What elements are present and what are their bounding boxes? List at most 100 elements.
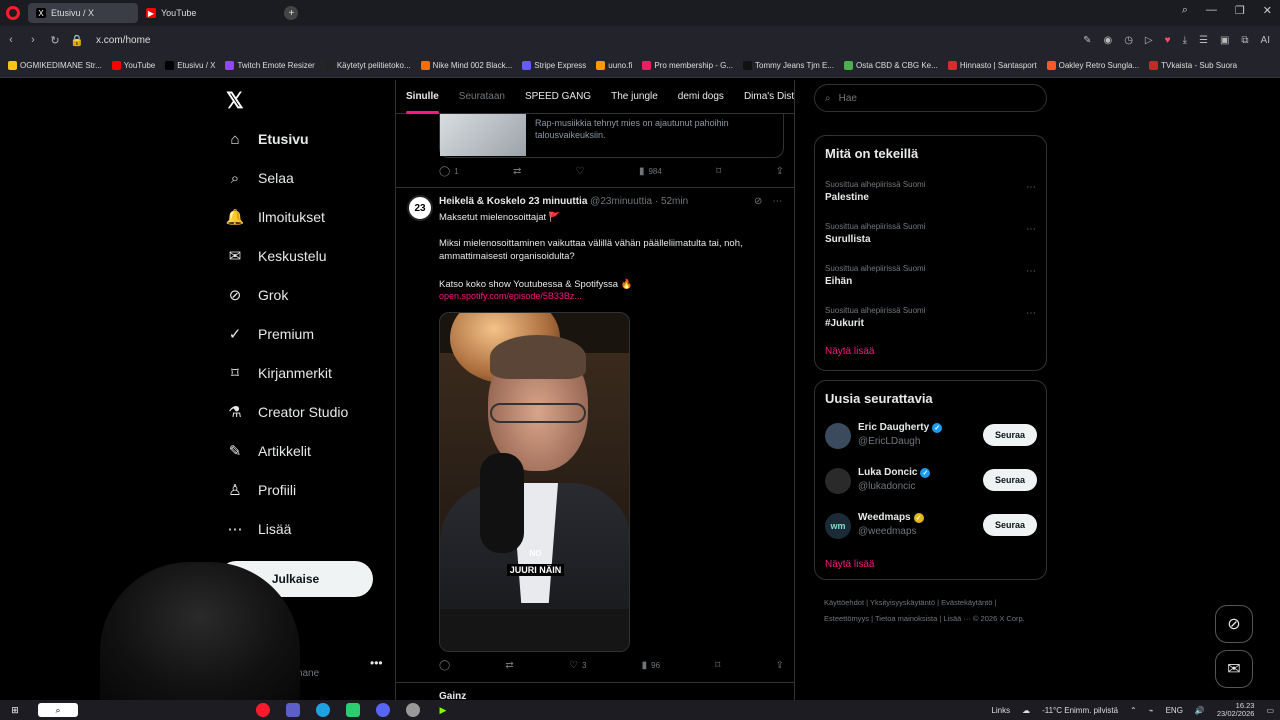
spotify-link[interactable]: open.spotify.com/episode/5B33Bz...: [439, 291, 582, 301]
retweet-button[interactable]: ⇄: [505, 660, 513, 671]
follow-button[interactable]: Seuraa: [983, 514, 1037, 536]
suggested-user-name[interactable]: Eric Daugherty ✓: [858, 422, 943, 433]
bookmark-item[interactable]: Käytetyt pelitietoko...: [324, 61, 411, 70]
trend-more-icon[interactable]: ⋯: [1026, 266, 1036, 277]
trend-name[interactable]: Surullista: [825, 234, 871, 245]
next-tweet-author[interactable]: Gainz: [439, 691, 466, 700]
retweet-button[interactable]: ⇄: [513, 166, 521, 177]
tweet-video[interactable]: NO JUURI NÄIN: [439, 312, 630, 652]
camera-icon[interactable]: ◉: [1103, 35, 1112, 46]
feed-tab[interactable]: SPEED GANG: [515, 80, 601, 114]
back-icon[interactable]: ‹: [0, 34, 22, 46]
nav-item-home[interactable]: ⌂ Etusivu: [226, 130, 308, 148]
discord-taskbar-icon[interactable]: [376, 703, 390, 717]
feed-tab[interactable]: Seurataan: [449, 80, 515, 114]
opera-logo-icon[interactable]: [6, 6, 20, 20]
reply-button[interactable]: ◯: [439, 660, 450, 671]
trend-more-icon[interactable]: ⋯: [1026, 182, 1036, 193]
like-button[interactable]: ♡ 3: [569, 660, 586, 671]
feed-tab[interactable]: Dima's Dist: [734, 80, 794, 114]
taskbar-search-icon[interactable]: ⌕: [38, 703, 78, 717]
feed-tab[interactable]: The jungle: [601, 80, 668, 114]
minimize-icon[interactable]: —: [1206, 4, 1217, 17]
nav-item-bell[interactable]: 🔔 Ilmoitukset: [226, 208, 325, 226]
bookmark-item[interactable]: Osta CBD & CBG Ke...: [844, 61, 938, 70]
search-tabs-icon[interactable]: ⌕: [1182, 4, 1188, 17]
bookmark-button[interactable]: ⌑: [716, 166, 721, 177]
bookmark-item[interactable]: uuno.fi: [596, 61, 632, 70]
search-input[interactable]: ⌕ Hae: [814, 84, 1047, 112]
footer-links[interactable]: Käyttöehdot | Yksityisyyskäytäntö | Eväs…: [824, 595, 1039, 627]
nav-item-grok[interactable]: ⊘ Grok: [226, 286, 289, 304]
reply-button[interactable]: ◯ 1: [439, 166, 459, 177]
play-icon[interactable]: ▷: [1145, 35, 1153, 46]
bookmark-item[interactable]: Stripe Express: [522, 61, 586, 70]
trends-show-more-link[interactable]: Näytä lisää: [825, 346, 874, 357]
menu-icon[interactable]: ☰: [1199, 35, 1208, 46]
trend-name[interactable]: Palestine: [825, 192, 869, 203]
volume-icon[interactable]: 🔊: [1195, 706, 1205, 715]
trend-name[interactable]: #Jukurit: [825, 318, 864, 329]
tab-youtube[interactable]: ▶ YouTube: [138, 3, 204, 23]
edge-taskbar-icon[interactable]: [316, 703, 330, 717]
app-taskbar-icon[interactable]: [346, 703, 360, 717]
clock[interactable]: 16.23 23/02/2026: [1217, 702, 1255, 718]
nav-item-profile[interactable]: ♙ Profiili: [226, 481, 296, 499]
url-field[interactable]: x.com/home: [96, 35, 150, 46]
close-window-icon[interactable]: ✕: [1263, 4, 1272, 17]
ai-icon[interactable]: AI: [1261, 35, 1270, 46]
windows-start-icon[interactable]: ⊞: [8, 703, 22, 717]
links-toolbar[interactable]: Links: [991, 706, 1010, 715]
trend-more-icon[interactable]: ⋯: [1026, 224, 1036, 235]
reload-icon[interactable]: ↻: [44, 34, 66, 47]
feed-tab[interactable]: Sinulle: [396, 80, 449, 114]
trend-name[interactable]: Eihän: [825, 276, 852, 287]
avatar[interactable]: [825, 423, 851, 449]
suggested-user-name[interactable]: Weedmaps ✓: [858, 512, 924, 523]
trend-more-icon[interactable]: ⋯: [1026, 308, 1036, 319]
tweet-author[interactable]: Heikelä & Koskelo 23 minuuttia: [439, 196, 587, 207]
share-button[interactable]: ⇪: [776, 166, 784, 177]
nav-item-bookmark[interactable]: ⌑ Kirjanmerkit: [226, 364, 332, 382]
profile-more-icon[interactable]: •••: [370, 656, 383, 670]
bookmark-item[interactable]: Oakley Retro Sungla...: [1046, 61, 1139, 70]
like-button[interactable]: ♡: [576, 166, 585, 177]
more-icon[interactable]: ⋯: [772, 196, 782, 207]
bookmark-item[interactable]: Pro membership - G...: [642, 61, 733, 70]
grok-icon[interactable]: ⊘: [754, 196, 762, 207]
bookmark-item[interactable]: Twitch Emote Resizer: [225, 61, 315, 70]
nav-item-more[interactable]: ⋯ Lisää: [226, 520, 292, 538]
forward-icon[interactable]: ›: [22, 34, 44, 46]
network-icon[interactable]: ⌁: [1149, 706, 1154, 715]
nav-item-article[interactable]: ✎ Artikkelit: [226, 442, 311, 460]
new-tab-button[interactable]: +: [284, 6, 299, 20]
extension-icon[interactable]: ⧉: [1241, 35, 1248, 46]
follow-button[interactable]: Seuraa: [983, 469, 1037, 491]
nav-item-flask[interactable]: ⚗ Creator Studio: [226, 403, 348, 421]
weather-text[interactable]: -11°C Enimm. pilvistä: [1042, 706, 1118, 715]
download-icon[interactable]: ⤓: [1183, 35, 1187, 46]
tab-x-home[interactable]: X Etusivu / X: [28, 3, 138, 23]
suggested-user-name[interactable]: Luka Doncic ✓: [858, 467, 931, 478]
bookmark-item[interactable]: Tommy Jeans Tjm E...: [743, 61, 834, 70]
grok-fab-icon[interactable]: ⊘: [1215, 605, 1253, 643]
notifications-icon[interactable]: ▭: [1266, 706, 1274, 715]
who-show-more-link[interactable]: Näytä lisää: [825, 559, 874, 570]
bookmark-item[interactable]: Etusivu / X: [165, 61, 215, 70]
x-logo-icon[interactable]: 𝕏: [226, 88, 244, 114]
chevron-up-icon[interactable]: ⌃: [1130, 706, 1137, 715]
history-icon[interactable]: ◷: [1124, 35, 1133, 46]
edit-icon[interactable]: ✎: [1083, 35, 1091, 46]
heart-icon[interactable]: ♥: [1165, 35, 1171, 46]
wallet-icon[interactable]: ▣: [1220, 35, 1229, 46]
lang-indicator[interactable]: ENG: [1166, 706, 1183, 715]
messages-fab-icon[interactable]: ✉: [1215, 650, 1253, 688]
follow-button[interactable]: Seuraa: [983, 424, 1037, 446]
link-preview-card[interactable]: Rap-musiikkia tehnyt mies on ajautunut p…: [439, 114, 784, 158]
nav-item-mail[interactable]: ✉ Keskustelu: [226, 247, 327, 265]
feed-tab[interactable]: demi dogs: [668, 80, 734, 114]
views-button[interactable]: ▮ 984: [639, 166, 662, 177]
nav-item-premium[interactable]: ✓ Premium: [226, 325, 314, 343]
bookmark-item[interactable]: TVkaista - Sub Suora: [1149, 61, 1237, 70]
avatar[interactable]: wm: [825, 513, 851, 539]
